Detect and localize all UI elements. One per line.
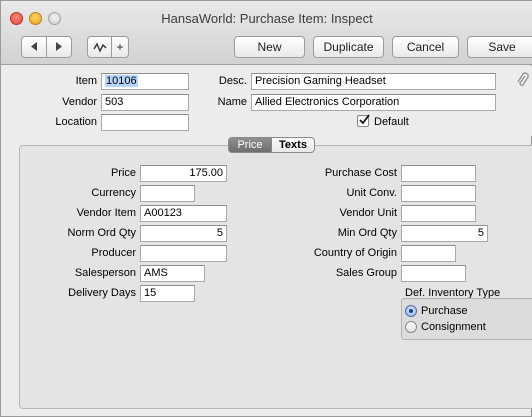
price-label: Price [110, 167, 136, 179]
vendor-unit-label: Vendor Unit [339, 207, 397, 219]
price-field[interactable]: 175.00 [140, 165, 227, 182]
triangle-right-icon [56, 42, 62, 51]
purchase-cost-field[interactable] [401, 165, 476, 182]
save-button[interactable]: Save [467, 36, 532, 58]
min-ord-qty-field[interactable]: 5 [401, 225, 488, 242]
vendor-item-label: Vendor Item [76, 207, 136, 219]
duplicate-button[interactable]: Duplicate [313, 36, 384, 58]
delivery-days-label: Delivery Days [68, 287, 136, 299]
norm-ord-qty-field[interactable]: 5 [140, 225, 227, 242]
title-bar: HansaWorld: Purchase Item: Inspect + New… [1, 1, 532, 65]
next-record-button[interactable] [46, 36, 72, 58]
country-of-origin-field[interactable] [401, 245, 456, 262]
triangle-left-icon [31, 42, 37, 51]
checkmark-icon [359, 114, 370, 125]
vendor-unit-field[interactable] [401, 205, 476, 222]
producer-label: Producer [91, 247, 136, 259]
consignment-radio[interactable] [405, 321, 417, 333]
cancel-button[interactable]: Cancel [392, 36, 459, 58]
consignment-radio-label: Consignment [421, 321, 486, 333]
sales-group-label: Sales Group [335, 267, 397, 279]
default-label: Default [374, 116, 409, 128]
name-field[interactable]: Allied Electronics Corporation [251, 94, 496, 111]
purchase-radio-label: Purchase [421, 305, 468, 317]
location-label: Location [55, 116, 97, 128]
unit-conv-label: Unit Conv. [346, 187, 397, 199]
item-value: 10106 [105, 75, 138, 87]
vendor-item-field[interactable]: A00123 [140, 205, 227, 222]
description-field[interactable]: Precision Gaming Headset [251, 73, 496, 90]
previous-record-button[interactable] [21, 36, 47, 58]
window: HansaWorld: Purchase Item: Inspect + New… [0, 0, 532, 417]
location-field[interactable] [101, 114, 189, 131]
vendor-field[interactable]: 503 [101, 94, 189, 111]
new-button[interactable]: New [234, 36, 305, 58]
delivery-days-field[interactable]: 15 [140, 285, 195, 302]
min-ord-qty-label: Min Ord Qty [337, 227, 397, 239]
unit-conv-field[interactable] [401, 185, 476, 202]
purchase-radio[interactable] [405, 305, 417, 317]
window-title: HansaWorld: Purchase Item: Inspect [161, 11, 373, 26]
item-field[interactable]: 10106 [101, 73, 189, 90]
country-of-origin-label: Country of Origin [313, 247, 397, 259]
sales-group-field[interactable] [401, 265, 466, 282]
name-label: Name [217, 96, 247, 108]
add-button[interactable]: + [111, 36, 129, 58]
norm-ord-qty-label: Norm Ord Qty [67, 227, 136, 239]
radio-dot-icon [409, 309, 413, 313]
currency-label: Currency [91, 187, 136, 199]
salesperson-label: Salesperson [74, 267, 136, 279]
purchase-cost-label: Purchase Cost [324, 167, 397, 179]
wave-icon [92, 42, 106, 53]
producer-field[interactable] [140, 245, 227, 262]
currency-field[interactable] [140, 185, 195, 202]
paperclip-icon[interactable] [517, 72, 529, 89]
salesperson-field[interactable]: AMS [140, 265, 205, 282]
desc-label: Desc. [218, 75, 247, 87]
item-label: Item [75, 75, 97, 87]
activity-button[interactable] [87, 36, 112, 58]
tab-texts[interactable]: Texts [271, 137, 315, 153]
vendor-label: Vendor [62, 96, 97, 108]
default-checkbox[interactable] [357, 114, 370, 127]
tab-price[interactable]: Price [228, 137, 272, 153]
